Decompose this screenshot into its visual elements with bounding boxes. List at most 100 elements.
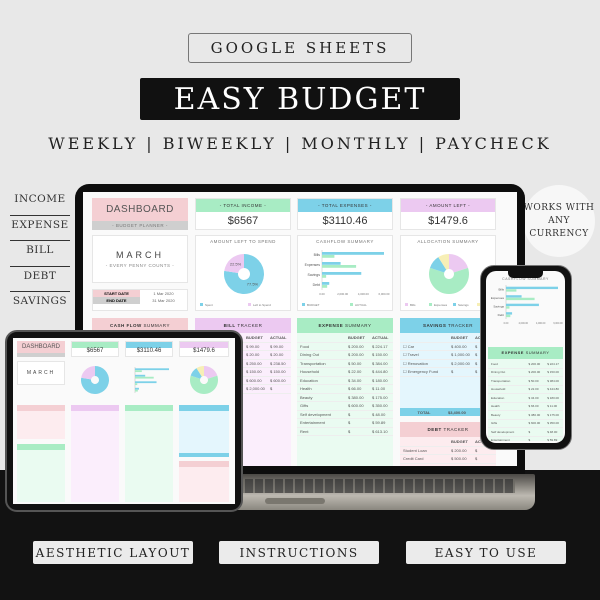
slice-label: 77.5% <box>247 281 259 286</box>
table-cell: $ 200.00 <box>348 343 364 349</box>
table-cell: $ 150.00 <box>270 369 286 375</box>
category-label: Bills <box>314 253 321 257</box>
feature-aesthetic-layout: AESTHETIC LAYOUT <box>33 541 193 564</box>
cash-flow-title: CASH FLOW <box>110 323 142 328</box>
tablet-dashboard-title: DASHBOARD <box>17 341 65 357</box>
table-cell: $ 200.00 <box>348 352 364 358</box>
expense-summary-title: EXPENSE <box>318 323 344 328</box>
column-header: ACTUAL <box>270 335 287 341</box>
category-debt: DEBT <box>10 267 70 293</box>
legend-swatch <box>453 303 456 306</box>
table-cell: $ 99.00 <box>270 343 284 349</box>
table-row: Transportation $ 50.00 $ 384.00 <box>297 360 393 368</box>
end-date-value: 31 Mar 2020 <box>152 298 175 303</box>
phone-device: CASHFLOW SUMMARY Bills Expenses Savings Deb… <box>480 265 572 450</box>
table-cell: $ 11.00 <box>372 386 386 392</box>
table-cell: Student Loan <box>403 447 427 453</box>
cashflow-bar-chart: Bills Expenses Savings Debt 0.00 2,000.00 4,00… <box>302 250 390 307</box>
legend-swatch <box>200 303 203 306</box>
expense-summary-card: EXPENSE SUMMARY BUDGET ACTUAL Food $ 200.0… <box>297 318 393 466</box>
x-tick-label: 4,000.00 <box>536 322 546 325</box>
table-cell: $ 59.89 <box>547 438 558 443</box>
tablet-income-value: $6567 <box>86 348 104 354</box>
table-cell: $ 59.89 <box>372 420 386 426</box>
bar-budget <box>322 252 384 255</box>
category-label: Debt <box>313 283 320 287</box>
savings-tracker-title-light: TRACKER <box>448 323 474 328</box>
tablet-cashflow-bar <box>134 367 169 393</box>
bar-actual <box>322 285 328 288</box>
table-cell: Education <box>300 377 318 383</box>
table-cell: $ 384.00 <box>372 360 388 366</box>
table-cell: $ 150.00 <box>246 369 262 375</box>
amount-left-card: - AMOUNT LEFT - $1479.6 <box>400 198 496 230</box>
bar-actual <box>506 314 511 318</box>
table-row: Health $ 66.00 $ 11.00 <box>297 385 393 394</box>
table-cell: $ 600.00 <box>528 421 541 426</box>
pie-slice <box>429 267 469 294</box>
table-cell: $ 180.00 <box>547 395 559 400</box>
month-tagline: - EVERY PENNY COUNTS - <box>105 263 175 268</box>
bar-budget <box>506 295 522 298</box>
chart-title: ALLOCATION SUMMARY <box>417 239 479 244</box>
pie-slice <box>81 366 95 380</box>
amount-left-value: $1479.6 <box>428 215 468 227</box>
table-cell: Transportation <box>300 360 326 366</box>
table-cell: Rent <box>300 428 309 434</box>
tablet-amount-left-pie <box>81 366 109 394</box>
table-cell: $ 22.00 <box>348 369 362 375</box>
expense-summary-title-light: SUMMARY <box>345 323 372 328</box>
table-cell: Health <box>491 404 500 409</box>
table-cell: $ 180.00 <box>372 377 388 383</box>
tablet-income-tracker <box>17 444 65 502</box>
end-date-label: END DATE <box>93 297 140 304</box>
bar-budget <box>135 387 139 390</box>
table-cell: $ 20.00 <box>246 352 260 358</box>
total-income-value: $6567 <box>227 215 259 227</box>
total-income-label: - TOTAL INCOME - <box>196 199 290 212</box>
table-cell: $ 20.00 <box>270 352 284 358</box>
phone-cashflow-bar: Bills Expenses Savings Debt 0.00 2,000.00 4,00… <box>491 285 563 325</box>
table-cell: $ 250.00 <box>246 360 262 366</box>
table-cell: $ 200.00 <box>528 361 541 366</box>
table-cell: Entertainment <box>300 420 325 426</box>
dashboard-title: DASHBOARD <box>106 204 174 215</box>
table-cell: $ 224.17 <box>547 361 559 366</box>
table-cell: $ 175.00 <box>547 412 559 417</box>
table-cell: $ 50.00 <box>348 360 362 366</box>
total-expenses-card: - TOTAL EXPENSES - $3110.46 <box>297 198 393 230</box>
legend-label: Savings <box>458 303 469 307</box>
table-cell: $ <box>348 428 351 434</box>
chart-title: AMOUNT LEFT TO SPEND <box>210 239 276 244</box>
table-cell: ☐ Travel <box>403 352 419 358</box>
tablet-income-card: $6567 <box>71 341 119 357</box>
table-row: Credit Card $ 500.00 $ <box>400 455 496 464</box>
table-cell: $ 50.00 <box>528 378 539 383</box>
table-row: Self development $ $ 48.00 <box>297 411 393 419</box>
table-row: Dining Out $ 200.00 $ 150.00 <box>488 369 563 377</box>
bar-budget <box>506 286 558 290</box>
bar-budget <box>506 303 539 307</box>
bar-budget <box>322 262 341 265</box>
bar-budget <box>506 312 513 315</box>
table-cell: $ 613.10 <box>372 428 388 434</box>
table-cell: $ 200.00 <box>528 370 541 375</box>
tablet-dashboard-label: DASHBOARD <box>21 344 60 350</box>
savings-tracker-title: SAVINGS <box>422 323 447 328</box>
table-cell: $ 2,000.00 <box>451 360 470 366</box>
amount-left-pie-chart: 77.5% 22.5% Spent Left to Spend <box>200 254 271 307</box>
amount-left-label: - AMOUNT LEFT - <box>401 199 495 212</box>
table-row: Self development $ $ 48.00 <box>488 428 563 437</box>
total-income-card: - TOTAL INCOME - $6567 <box>195 198 291 230</box>
table-row: Food $ 200.00 $ 224.17 <box>488 360 563 369</box>
bill-tracker-title-light: TRACKER <box>237 323 263 328</box>
table-cell: Gifts <box>491 421 498 426</box>
table-row: Dining Out $ 200.00 $ 150.00 <box>297 351 393 360</box>
bar-actual <box>135 370 142 373</box>
table-cell: Food <box>491 361 498 366</box>
table-row: Rent $ $ 613.10 <box>297 428 393 436</box>
debt-tracker-title: DEBT <box>427 427 442 432</box>
table-cell: $ 48.00 <box>547 429 558 434</box>
feature-category-list: INCOME EXPENSE BILL DEBT SAVINGS <box>10 190 70 318</box>
month-name: MARCH <box>116 250 164 260</box>
